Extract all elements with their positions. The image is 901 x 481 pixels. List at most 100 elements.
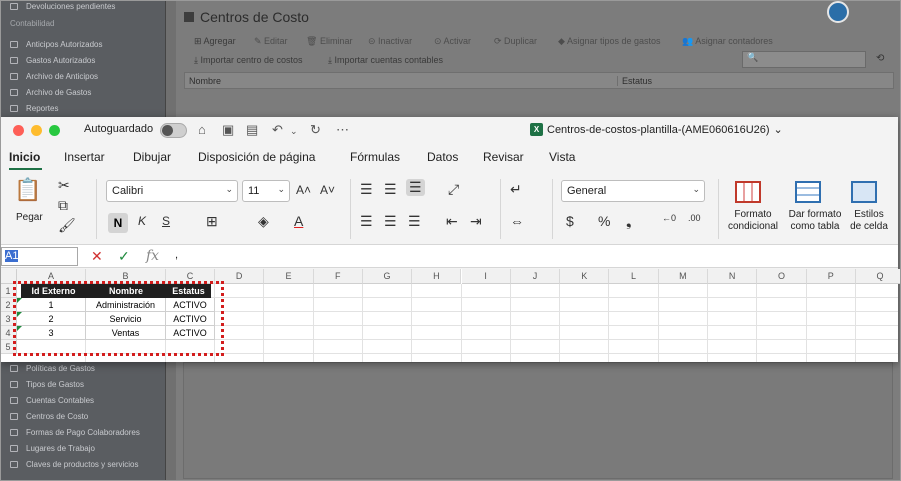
percent-icon[interactable]: % (598, 213, 610, 229)
deactivate-button[interactable]: ⊝ Inactivar (368, 36, 412, 47)
format-as-table-button[interactable]: Dar formato como tabla (784, 209, 846, 233)
conditional-format-button[interactable]: Formato condicional (724, 209, 782, 233)
decrease-font-icon[interactable]: A˅ (320, 183, 335, 197)
column-header-f[interactable]: F (313, 269, 363, 284)
currency-icon[interactable]: $ (566, 213, 574, 229)
col-header-name[interactable]: Nombre (189, 76, 221, 86)
maximize-window-button[interactable] (49, 125, 60, 136)
column-header-p[interactable]: P (806, 269, 856, 284)
conditional-format-icon[interactable] (735, 181, 761, 203)
undo-icon[interactable]: ↶ (272, 122, 283, 138)
save-icon[interactable]: ▣ (222, 122, 234, 138)
sidebar-item-centros-costo[interactable]: Centros de Costo (10, 412, 88, 421)
more-icon[interactable]: ⋯ (336, 122, 349, 138)
copy-icon[interactable]: ⧉ (58, 197, 68, 214)
refresh-icon[interactable]: ⟲ (876, 53, 884, 64)
col-header-status[interactable]: Estatus (617, 76, 652, 86)
font-name-select[interactable]: Calibri ⌄ (106, 180, 238, 202)
increase-font-icon[interactable]: A˄ (296, 183, 311, 197)
sidebar-item-claves-productos[interactable]: Claves de productos y servicios (10, 460, 139, 469)
align-right-icon[interactable]: ☰ (408, 213, 421, 230)
import-cost-center-button[interactable]: ⤓ Importar centro de costos (194, 55, 303, 66)
sidebar-item-cuentas-contables[interactable]: Cuentas Contables (10, 396, 94, 405)
tab-vista[interactable]: Vista (549, 150, 575, 164)
chevron-down-icon[interactable]: ⌄ (290, 126, 298, 137)
sidebar-item-formas-pago[interactable]: Formas de Pago Colaboradores (10, 428, 140, 437)
duplicate-button[interactable]: ⟳ Duplicar (494, 36, 537, 47)
tab-formulas[interactable]: Fórmulas (350, 150, 400, 164)
fill-color-icon[interactable]: ◈ (258, 213, 269, 230)
activate-button[interactable]: ⊙ Activar (434, 36, 471, 47)
align-top-icon[interactable]: ☰ (360, 181, 373, 198)
cancel-icon[interactable]: ✕ (91, 248, 103, 265)
home-icon[interactable]: ⌂ (198, 122, 206, 137)
edit-button[interactable]: ✎ Editar (254, 36, 288, 47)
tab-disposicion[interactable]: Disposición de página (198, 150, 315, 164)
search-input[interactable]: 🔍 (742, 51, 866, 68)
column-header-o[interactable]: O (757, 269, 807, 284)
sidebar-item-archivo-anticipos[interactable]: Archivo de Anticipos (10, 72, 98, 81)
bold-button[interactable]: N (108, 213, 128, 233)
function-icon[interactable]: fx (146, 248, 159, 264)
column-header-m[interactable]: M (658, 269, 708, 284)
sidebar-item-gastos-autorizados[interactable]: Gastos Autorizados (10, 56, 95, 65)
tab-revisar[interactable]: Revisar (483, 150, 524, 164)
cell-styles-button[interactable]: Estilos de celda (846, 209, 892, 233)
import-accounts-button[interactable]: ⤓ Importar cuentas contables (328, 55, 443, 66)
sidebar-item-tipos-gastos[interactable]: Tipos de Gastos (10, 380, 84, 389)
underline-button[interactable]: S (162, 214, 170, 228)
name-box[interactable]: A1 (1, 247, 78, 266)
format-table-icon[interactable] (795, 181, 821, 203)
column-header-q[interactable]: Q (855, 269, 901, 284)
paste-button[interactable]: Pegar (16, 212, 43, 224)
sidebar-item-devoluciones[interactable]: Devoluciones pendientes (10, 2, 115, 11)
sidebar-item-anticipos-autorizados[interactable]: Anticipos Autorizados (10, 40, 103, 49)
font-size-select[interactable]: 11 ⌄ (242, 180, 290, 202)
paste-icon[interactable]: 📋 (14, 177, 41, 203)
redo-icon[interactable]: ↻ (310, 122, 321, 138)
column-header-i[interactable]: I (461, 269, 511, 284)
align-left-icon[interactable]: ☰ (360, 213, 373, 230)
column-header-h[interactable]: H (412, 269, 462, 284)
wrap-text-icon[interactable]: ↵ (510, 181, 522, 198)
sidebar-item-lugares-trabajo[interactable]: Lugares de Trabajo (10, 444, 95, 453)
column-header-n[interactable]: N (708, 269, 758, 284)
sidebar-item-reportes[interactable]: Reportes (10, 104, 58, 113)
font-color-icon[interactable]: A (294, 213, 303, 229)
cut-icon[interactable]: ✂ (58, 177, 70, 194)
align-center-icon[interactable]: ☰ (384, 213, 397, 230)
merge-cells-icon[interactable]: ⇔ (510, 213, 524, 229)
assign-accountants-button[interactable]: 👥 Asignar contadores (682, 36, 773, 47)
column-header-k[interactable]: K (560, 269, 610, 284)
number-format-select[interactable]: General ⌄ (561, 180, 705, 202)
increase-decimal-icon[interactable]: ←0 (662, 213, 676, 223)
orientation-icon[interactable]: ⤢ (448, 181, 459, 198)
comma-style-icon[interactable]: ❟ (626, 213, 632, 230)
align-middle-icon[interactable]: ☰ (384, 181, 397, 198)
close-window-button[interactable] (13, 125, 24, 136)
column-header-j[interactable]: J (510, 269, 561, 284)
assign-expense-types-button[interactable]: ◆ Asignar tipos de gastos (558, 36, 661, 47)
tab-inicio[interactable]: Inicio (9, 150, 40, 164)
delete-button[interactable]: 🗑 Eliminar (306, 36, 352, 47)
confirm-icon[interactable]: ✓ (118, 248, 130, 265)
format-painter-icon[interactable]: 🖌 (58, 217, 76, 234)
add-button[interactable]: ⊞ Agregar (194, 36, 236, 47)
save-as-icon[interactable]: ▤ (246, 122, 258, 138)
sidebar-item-politicas[interactable]: Políticas de Gastos (10, 364, 95, 373)
column-header-g[interactable]: G (362, 269, 413, 284)
autosave-toggle[interactable] (160, 123, 187, 138)
cell-styles-icon[interactable] (851, 181, 877, 203)
italic-button[interactable]: K (138, 214, 146, 228)
formula-input[interactable]: , (175, 249, 178, 261)
column-header-e[interactable]: E (264, 269, 314, 284)
tab-dibujar[interactable]: Dibujar (133, 150, 171, 164)
increase-indent-icon[interactable]: ⇥ (470, 213, 482, 230)
tab-datos[interactable]: Datos (427, 150, 458, 164)
chat-icon[interactable] (827, 1, 849, 23)
borders-icon[interactable]: ⊞ (206, 213, 218, 230)
document-title[interactable]: X Centros-de-costos-plantilla-(AME060616… (530, 123, 783, 136)
minimize-window-button[interactable] (31, 125, 42, 136)
tab-insertar[interactable]: Insertar (64, 150, 105, 164)
sidebar-item-archivo-gastos[interactable]: Archivo de Gastos (10, 88, 91, 97)
